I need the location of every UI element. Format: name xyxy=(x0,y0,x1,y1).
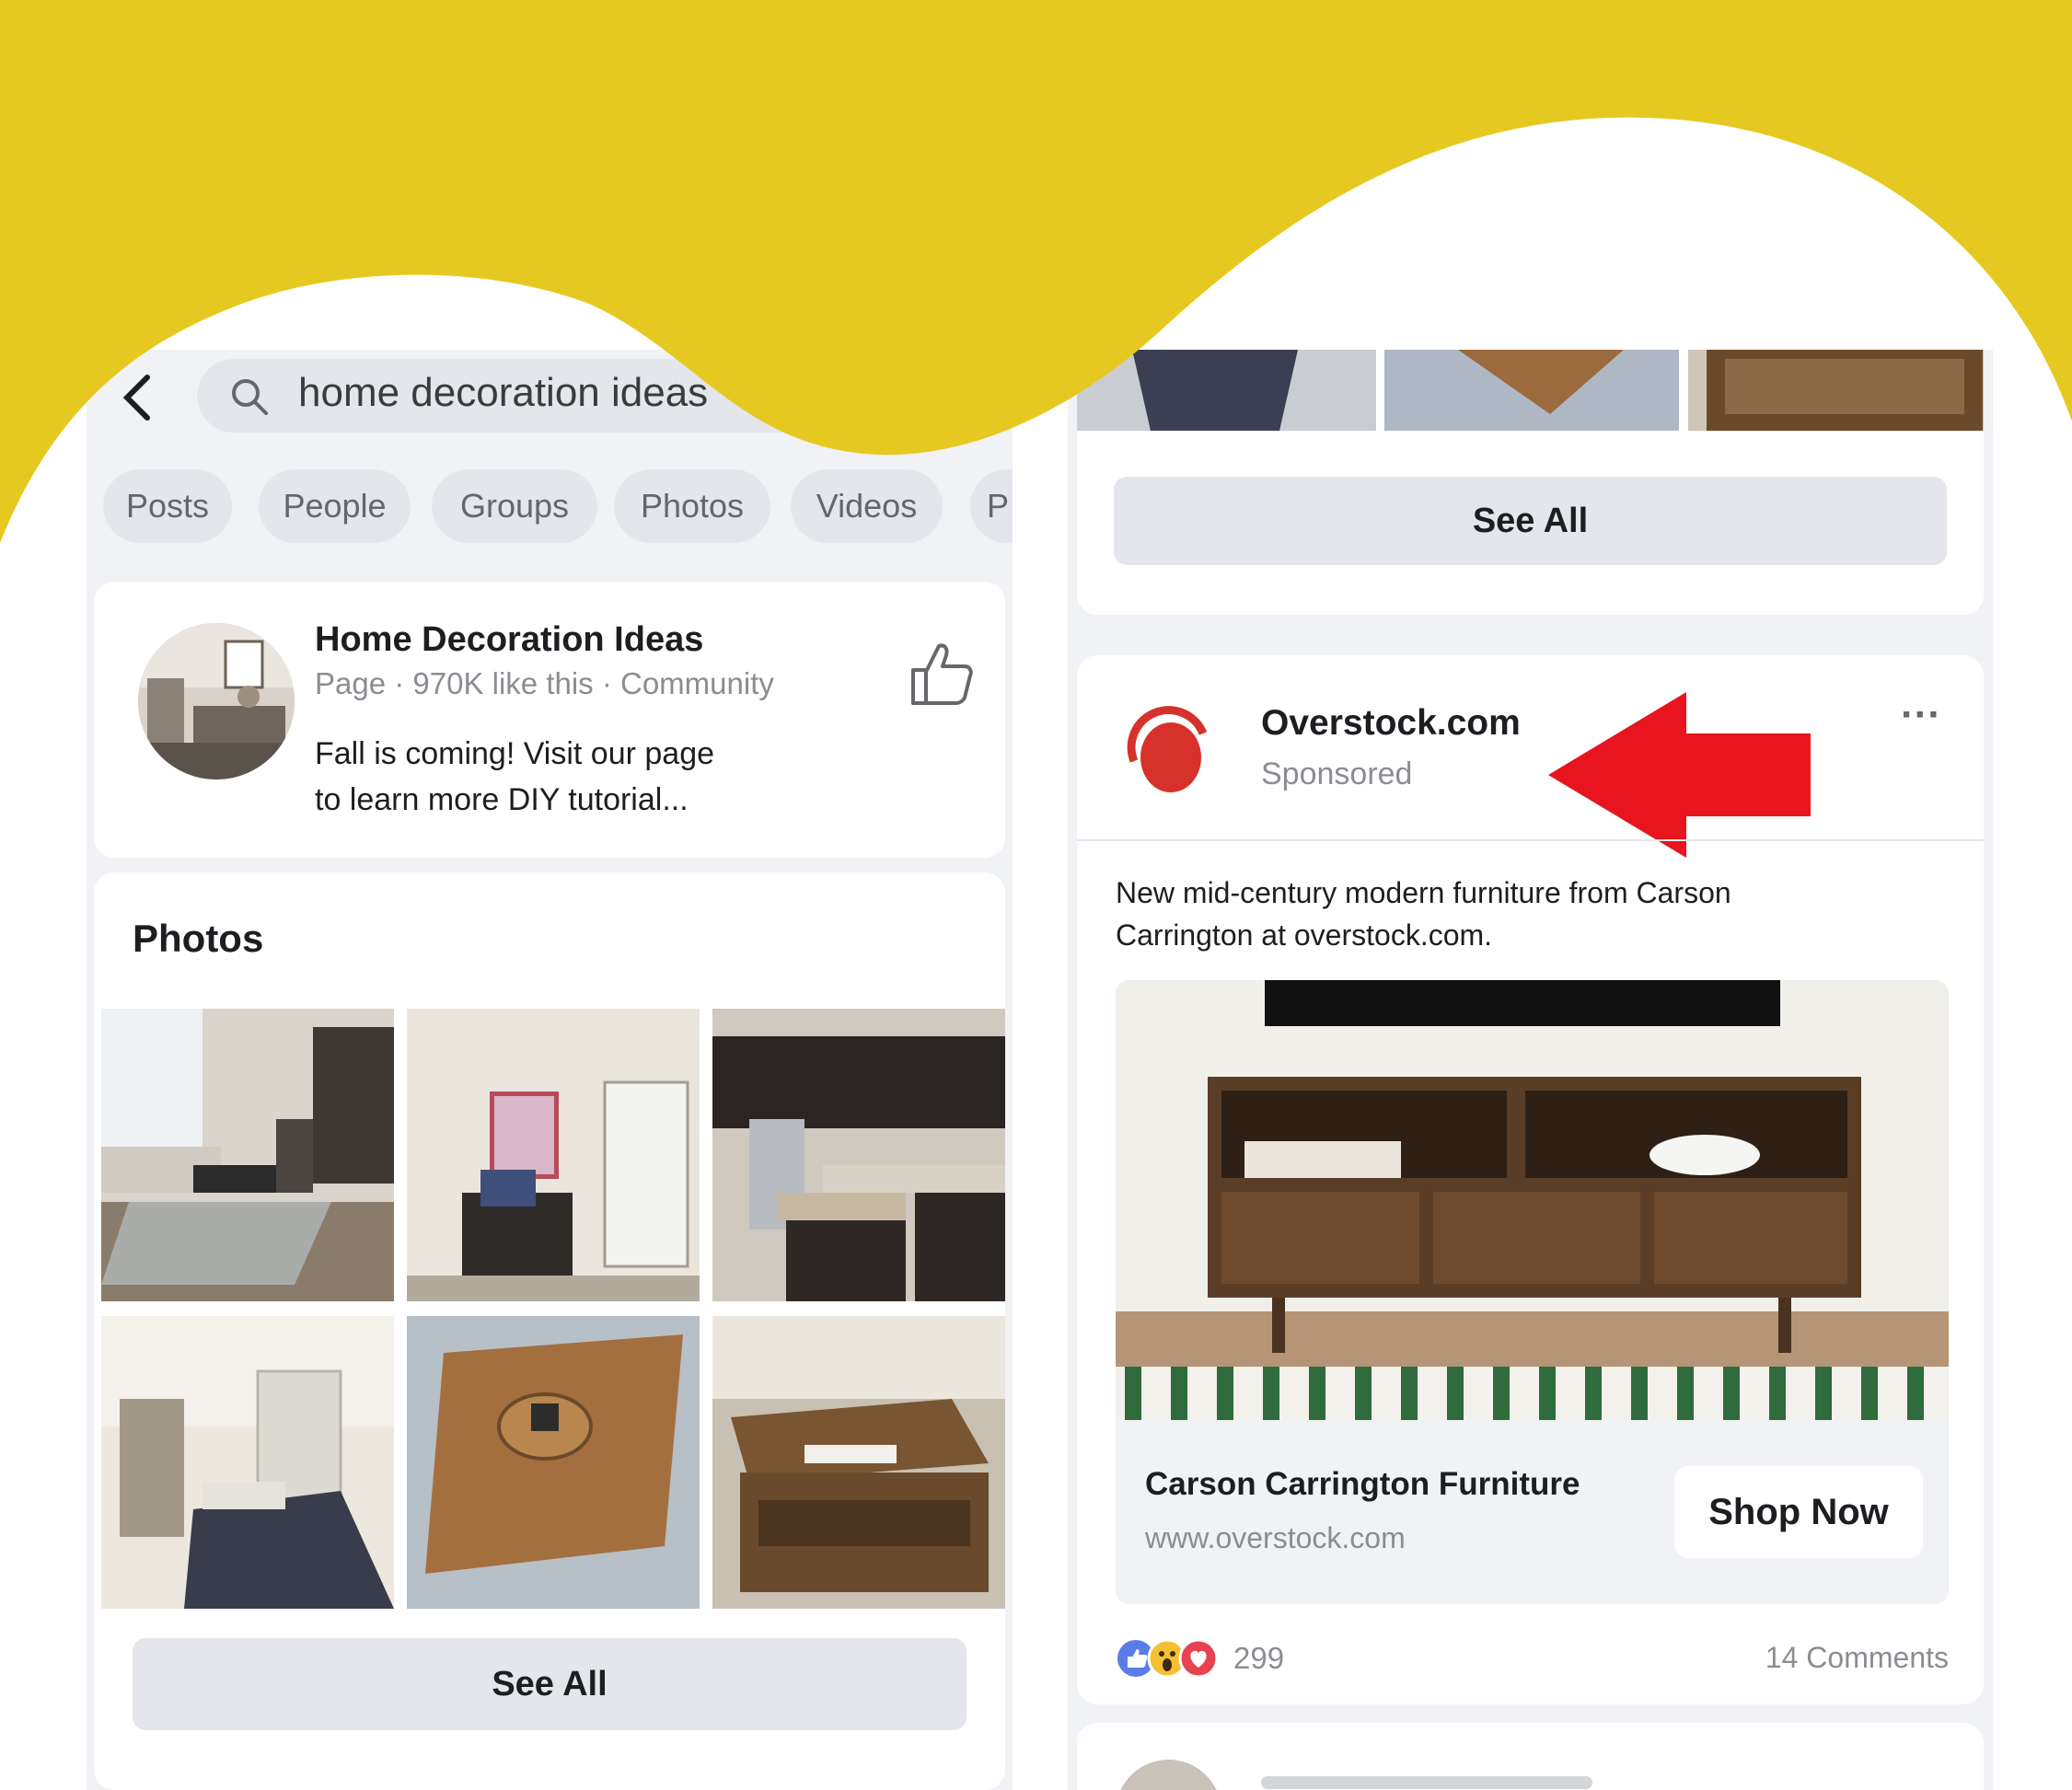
like-page-icon[interactable] xyxy=(904,637,978,710)
ad-url: www.overstock.com xyxy=(1145,1521,1406,1554)
photo-kitchen[interactable] xyxy=(712,1009,1005,1301)
photos-section-title: Photos xyxy=(133,917,264,960)
sponsored-label: Sponsored xyxy=(1261,756,1413,791)
ad-text-line-2: Carrington at overstock.com. xyxy=(1116,918,1493,952)
overstock-logo[interactable] xyxy=(1116,697,1221,803)
ad-headline[interactable]: Carson Carrington Furniture xyxy=(1145,1466,1580,1503)
reactions-count: 299 xyxy=(1233,1641,1285,1675)
ad-header-divider xyxy=(1077,839,1984,841)
photo-lift-top-table[interactable] xyxy=(712,1316,1005,1609)
next-post-card xyxy=(1077,1723,1984,1790)
page-description-line-1: Fall is coming! Visit our page xyxy=(315,736,715,771)
photos-card: Photos See All xyxy=(94,872,1005,1790)
ad-image[interactable] xyxy=(1116,980,1949,1420)
next-post-title-placeholder xyxy=(1261,1776,1592,1789)
reactions-summary[interactable]: 299 xyxy=(1116,1635,1392,1681)
love-reaction-icon xyxy=(1178,1638,1219,1679)
comments-count[interactable]: 14 Comments xyxy=(1765,1641,1949,1675)
photo-study-corner[interactable] xyxy=(407,1009,700,1301)
photo-bedroom[interactable] xyxy=(101,1316,394,1609)
shop-now-button[interactable]: Shop Now xyxy=(1674,1466,1923,1558)
sponsored-ad-card: Overstock.com Sponsored ··· New mid-cent… xyxy=(1077,655,1984,1704)
ad-text-line-1: New mid-century modern furniture from Ca… xyxy=(1116,876,1731,909)
photo-living-room[interactable] xyxy=(101,1009,394,1301)
more-options-icon[interactable]: ··· xyxy=(1901,692,1941,738)
ad-link-footer[interactable]: Carson Carrington Furniture www.overstoc… xyxy=(1116,1420,1949,1604)
page-avatar xyxy=(138,623,295,780)
next-post-avatar[interactable] xyxy=(1116,1760,1221,1790)
yellow-wave-banner xyxy=(0,0,2072,644)
red-arrow-icon xyxy=(1548,692,1811,858)
page-description-line-2: to learn more DIY tutorial... xyxy=(315,782,689,817)
photos-see-all-button[interactable]: See All xyxy=(133,1638,967,1730)
photo-coffee-table[interactable] xyxy=(407,1316,700,1609)
page-meta: Page · 970K like this · Community xyxy=(315,666,774,700)
advertiser-name[interactable]: Overstock.com xyxy=(1261,703,1521,744)
